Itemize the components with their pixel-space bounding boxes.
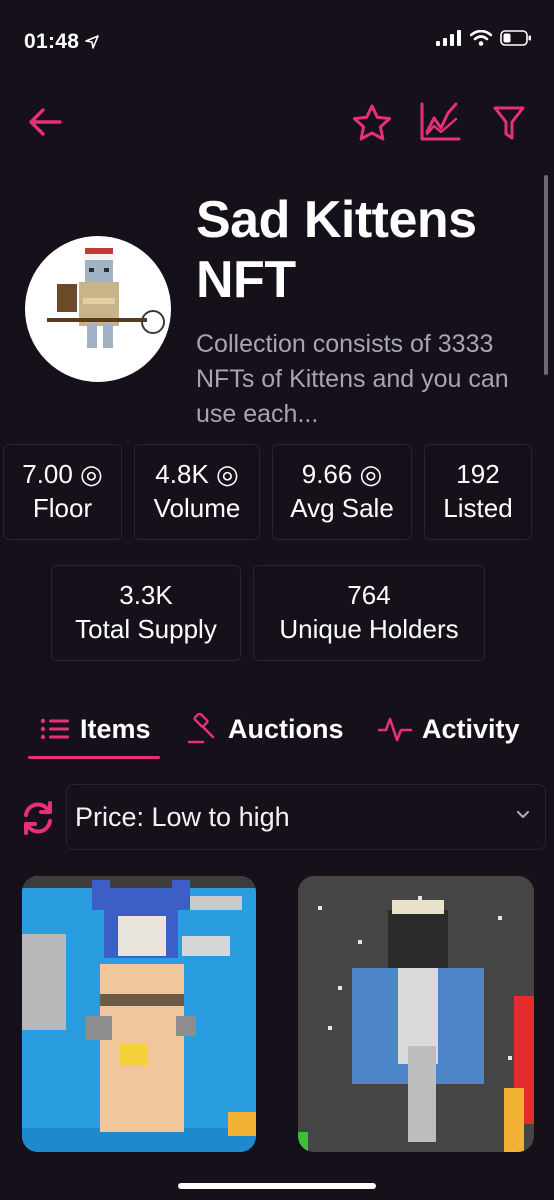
nft-image <box>298 876 534 1152</box>
tab-auctions-label: Auctions <box>228 713 344 744</box>
active-tab-indicator <box>28 756 160 759</box>
collection-description: Collection consists of 3333 NFTs of Kitt… <box>196 330 509 428</box>
activity-icon <box>378 717 412 742</box>
stat-avg-sale: 9.66 ◎ Avg Sale <box>272 444 412 540</box>
stat-label: Total Supply <box>75 614 217 644</box>
nft-card[interactable] <box>298 876 534 1152</box>
stat-label: Listed <box>443 493 513 523</box>
chart-button[interactable] <box>416 100 464 144</box>
stat-floor: 7.00 ◎ Floor <box>3 444 122 540</box>
refresh-button[interactable] <box>20 800 56 836</box>
stat-value: 192 <box>456 459 500 489</box>
stat-value: 4.8K ◎ <box>155 459 239 489</box>
scroll-thumb[interactable] <box>544 175 548 375</box>
tab-items[interactable]: Items <box>40 700 151 758</box>
stat-total-supply: 3.3K Total Supply <box>51 565 241 661</box>
wifi-icon <box>470 30 492 46</box>
stat-value: 3.3K <box>119 580 173 610</box>
nft-image <box>22 876 256 1152</box>
clock-text: 01:48 <box>24 30 80 53</box>
stat-value: 9.66 ◎ <box>301 459 383 489</box>
back-arrow-icon <box>29 108 62 136</box>
stat-label: Avg Sale <box>290 493 394 523</box>
status-time: 01:48 <box>24 30 100 54</box>
stat-volume: 4.8K ◎ Volume <box>134 444 260 540</box>
list-icon <box>40 718 69 740</box>
tab-activity-label: Activity <box>422 713 520 744</box>
stat-label: Floor <box>32 493 93 523</box>
stat-unique-holders: 764 Unique Holders <box>253 565 485 661</box>
battery-icon <box>500 30 531 46</box>
collection-title: Sad Kittens NFT <box>196 191 477 309</box>
nft-card[interactable] <box>22 876 256 1152</box>
refresh-icon <box>24 801 52 835</box>
status-bar: 01:48 <box>0 0 554 80</box>
star-icon <box>353 104 391 141</box>
location-arrow-icon <box>85 35 100 49</box>
signal-icon <box>436 30 461 46</box>
gavel-icon <box>187 713 215 744</box>
tab-activity[interactable]: Activity <box>378 700 520 758</box>
chart-icon <box>420 102 461 141</box>
home-indicator[interactable] <box>178 1183 376 1189</box>
tab-items-label: Items <box>80 713 151 744</box>
stat-value: 7.00 ◎ <box>22 459 103 489</box>
back-button[interactable] <box>26 104 64 140</box>
stat-label: Unique Holders <box>279 614 459 644</box>
filter-button[interactable] <box>490 104 528 142</box>
kitten-avatar-image <box>27 238 169 380</box>
stat-listed: 192 Listed <box>424 444 532 540</box>
tab-auctions[interactable]: Auctions <box>186 700 344 758</box>
tab-bar: Items Auctions Activity <box>0 700 554 760</box>
collection-avatar <box>25 236 171 382</box>
sort-select-value: Price: Low to high <box>75 801 290 832</box>
sort-select[interactable]: Price: Low to high <box>66 784 546 850</box>
stat-label: Volume <box>153 493 241 523</box>
status-icons <box>436 30 532 46</box>
chevron-down-icon <box>516 810 530 819</box>
filter-icon <box>493 106 525 140</box>
stat-value: 764 <box>347 580 391 610</box>
favorite-button[interactable] <box>350 102 394 144</box>
